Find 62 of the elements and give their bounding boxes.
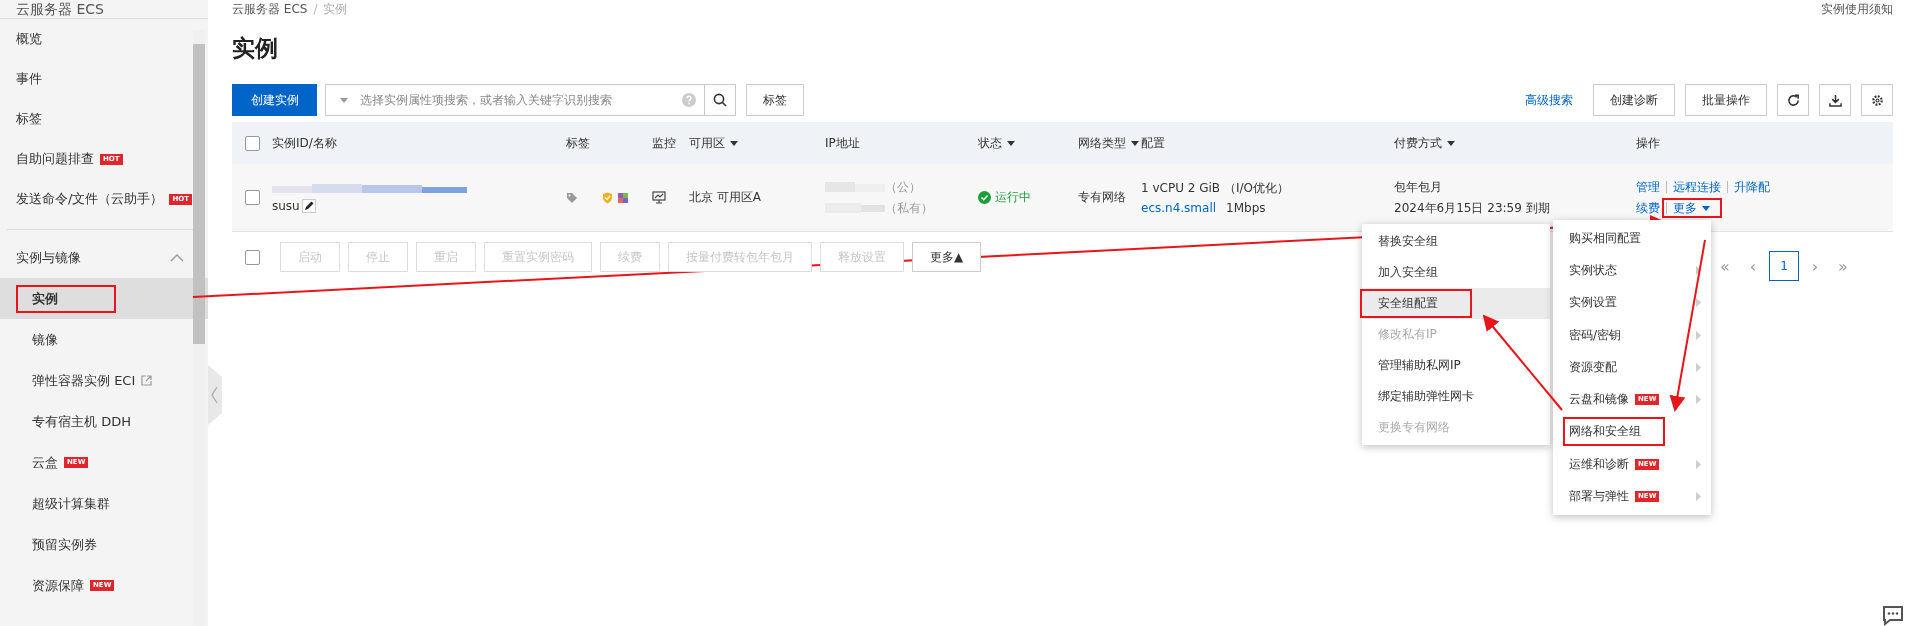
menu-item[interactable]: 购买相同配置 [1553, 222, 1711, 255]
menu-item[interactable]: 管理辅助私网IP [1362, 350, 1550, 381]
column-header[interactable]: 网络类型 [1078, 134, 1139, 152]
column-header: 操作 [1636, 134, 1660, 152]
column-header[interactable]: 付费方式 [1394, 134, 1455, 152]
sidebar-item[interactable]: 标签 [0, 99, 208, 139]
expiry-text: 2024年6月15日 23:59 到期 [1394, 199, 1550, 217]
sidebar-item[interactable]: 弹性容器实例 ECI [0, 360, 208, 401]
action-link[interactable]: 远程连接 [1666, 181, 1721, 193]
more-link[interactable]: 更多 [1666, 202, 1718, 214]
sidebar-item[interactable]: 预留实例券 [0, 524, 208, 565]
menu-item[interactable]: 网络和安全组 [1553, 415, 1711, 449]
page-title: 实例 [232, 34, 279, 63]
bandwidth-text: 1Mbps [1226, 201, 1266, 215]
config-text: 1 vCPU 2 GiB （I/O优化） [1141, 180, 1289, 197]
breadcrumb-link[interactable]: 云服务器 ECS [232, 2, 308, 16]
column-header: 实例ID/名称 [272, 134, 337, 152]
help-link[interactable]: 实例使用须知 [1821, 1, 1893, 15]
status-text: 运行中 [995, 189, 1031, 206]
page-button[interactable]: 1 [1769, 251, 1799, 281]
column-header: 配置 [1141, 134, 1165, 152]
sidebar-item[interactable]: 事件 [0, 59, 208, 99]
batch-action-button[interactable]: 更多▲ [912, 242, 982, 272]
menu-item[interactable]: 实例状态 [1553, 254, 1711, 287]
column-header[interactable]: 可用区 [689, 134, 738, 152]
menu-item[interactable]: 资源变配 [1553, 351, 1711, 384]
sidebar-item[interactable]: 概览 [0, 19, 208, 59]
breadcrumb-current: 实例 [323, 2, 348, 16]
menu-item[interactable]: 绑定辅助弹性网卡 [1362, 381, 1550, 412]
zone-text: 北京 可用区A [689, 189, 762, 206]
column-header[interactable]: 状态 [978, 134, 1015, 152]
sidebar-title: 云服务器 ECS [0, 0, 208, 19]
column-header: 标签 [566, 134, 590, 152]
menu-item[interactable]: 密码/密钥 [1553, 318, 1711, 352]
column-header: 监控 [652, 134, 676, 152]
menu-item[interactable]: 替换安全组 [1362, 226, 1550, 257]
search-input[interactable]: 选择实例属性项搜索，或者输入关键字识别搜索 [358, 92, 672, 108]
toolbar-button[interactable]: 批量操作 [1685, 84, 1767, 116]
instance-type-link[interactable]: ecs.n4.small [1141, 201, 1217, 215]
ip-label: （私有） [885, 199, 933, 217]
sidebar-item[interactable]: 镜像 [0, 319, 208, 360]
sidebar-group[interactable]: 实例与镜像 [0, 238, 208, 278]
instance-name: susu [272, 198, 300, 213]
toolbar-button[interactable]: 创建诊断 [1593, 84, 1675, 116]
menu-item[interactable]: 实例设置 [1553, 286, 1711, 319]
billing-text: 包年包月 [1394, 178, 1442, 196]
action-link[interactable]: 升降配 [1727, 181, 1770, 193]
menu-item[interactable]: 加入安全组 [1362, 257, 1550, 288]
tag-button[interactable]: 标签 [746, 84, 804, 116]
sidebar-item[interactable]: 超级计算集群 [0, 483, 208, 524]
column-header: IP地址 [825, 134, 860, 152]
search-field[interactable]: 选择实例属性项搜索，或者输入关键字识别搜索 [325, 84, 705, 116]
create-instance-button[interactable]: 创建实例 [232, 84, 317, 116]
action-link[interactable]: 续费 [1636, 199, 1660, 217]
sidebar-item[interactable]: 专有宿主机 DDH [0, 401, 208, 442]
advanced-search-link[interactable]: 高级搜索 [1525, 91, 1573, 109]
network-type-text: 专有网络 [1078, 189, 1126, 206]
ip-label: （公） [885, 178, 921, 196]
action-link[interactable]: 管理 [1636, 178, 1660, 196]
sidebar-item[interactable]: 实例 [0, 278, 208, 319]
breadcrumb-separator: / [313, 2, 318, 16]
menu-item[interactable]: 安全组配置 [1362, 288, 1550, 319]
